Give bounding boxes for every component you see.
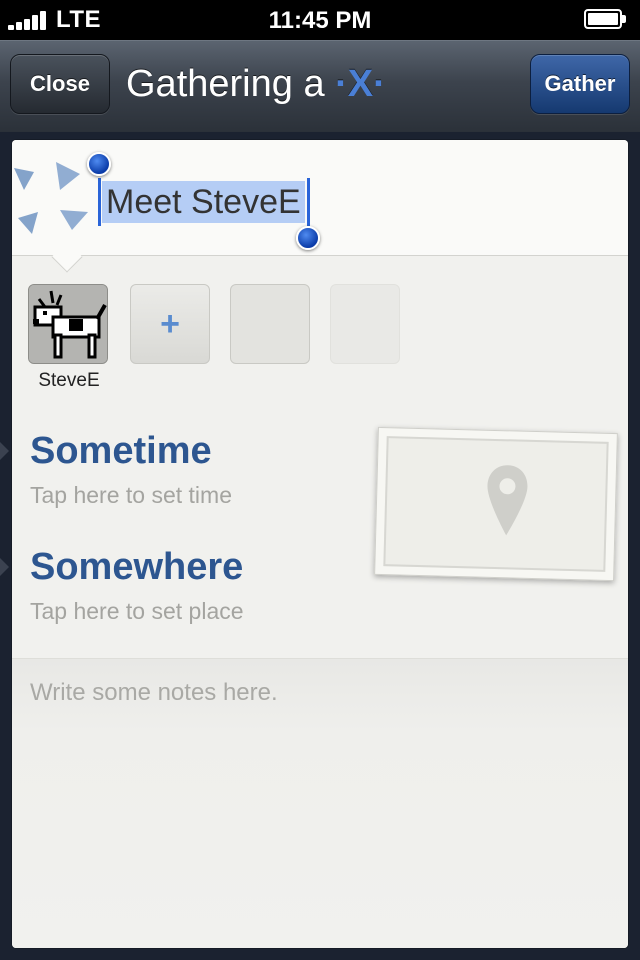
gather-button[interactable]: Gather — [530, 54, 630, 114]
status-time: 11:45 PM — [268, 7, 372, 34]
add-invitee-button[interactable]: + — [130, 284, 210, 364]
event-form: Meet SteveE + SteveE Sometime Tap here t… — [0, 140, 628, 948]
place-row-arrow-icon — [0, 558, 9, 576]
selection-end-handle[interactable] — [296, 226, 320, 250]
navigation-bar: Close Gathering a ·X· Gather — [0, 40, 640, 132]
dog-avatar-icon — [29, 285, 107, 363]
selected-text: Meet SteveE — [102, 181, 305, 223]
place-hint[interactable]: Tap here to set place — [30, 598, 244, 625]
status-bar: LTE 11:45 PM — [0, 0, 640, 40]
invitee-avatar[interactable] — [28, 284, 108, 364]
selection-end-caret — [307, 178, 310, 226]
map-frame — [383, 436, 609, 572]
page-title: Gathering a ·X· — [126, 63, 386, 106]
notes-area[interactable]: Write some notes here. — [12, 658, 628, 948]
place-label[interactable]: Somewhere — [30, 546, 243, 589]
selection-start-caret — [98, 178, 101, 226]
time-label[interactable]: Sometime — [30, 430, 212, 473]
selection-start-handle[interactable] — [87, 152, 111, 176]
empty-invitee-slot — [330, 284, 400, 364]
app-logo-icon: ·X· — [335, 63, 386, 105]
time-row-arrow-icon — [0, 442, 9, 460]
close-button[interactable]: Close — [10, 54, 110, 114]
map-pin-icon — [487, 465, 528, 536]
invitees-row: + SteveE — [28, 284, 618, 394]
invitee-name: SteveE — [38, 370, 100, 391]
map-thumbnail[interactable] — [374, 426, 618, 582]
event-title-input[interactable]: Meet SteveE — [98, 178, 312, 226]
time-hint[interactable]: Tap here to set time — [30, 482, 232, 509]
notes-placeholder: Write some notes here. — [30, 679, 278, 706]
empty-invitee-slot — [230, 284, 310, 364]
title-area: Meet SteveE — [12, 140, 628, 256]
battery-icon — [584, 9, 628, 29]
title-text: Gathering a — [126, 63, 336, 105]
plus-icon: + — [160, 305, 180, 343]
